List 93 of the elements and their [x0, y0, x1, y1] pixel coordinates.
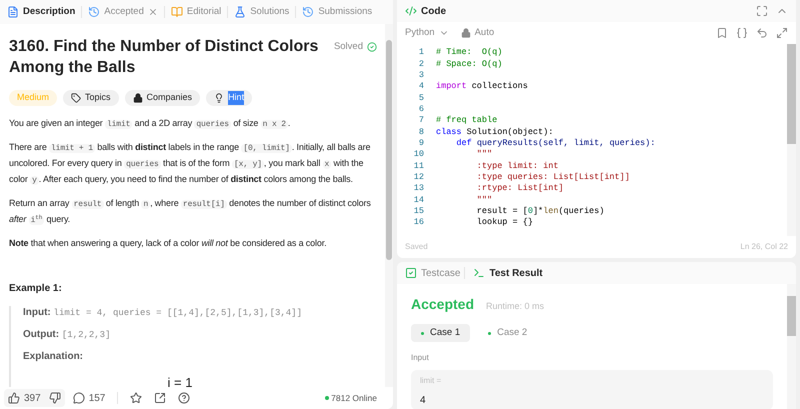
line-number: 2 [418, 58, 425, 70]
expand-icon[interactable] [776, 27, 788, 39]
tag-icon [71, 93, 82, 103]
solved-status: Solved [334, 40, 377, 54]
description-paragraph: There are limit + 1 balls with distinct labels in the range [0, limit] . Initially, all balls are uncolored. For every query in queries that is of the form [x, y] , you mark ball x with the color y . After each query, you need to find the number of distinct colors among the balls. [9, 141, 372, 187]
document-icon [7, 6, 19, 18]
companies-button[interactable]: Companies [124, 90, 200, 106]
code-line: result = [0]*len(queries) [476, 205, 604, 218]
close-icon[interactable] [148, 7, 158, 17]
code-line: """ [476, 194, 492, 206]
example-line: Input: limit = 4, queries = [[1,4],[2,5],[1,3],[3,4]] [23, 306, 303, 320]
auto-mode: Auto [460, 26, 494, 40]
code-line: """ [476, 148, 492, 162]
code-line: class Solution(object): [436, 126, 554, 138]
lock-icon [460, 28, 471, 38]
scrollbar[interactable] [385, 24, 393, 387]
code-line: def queryResults(self, limit, queries): [455, 137, 656, 150]
case-tab[interactable]: Case 1 [411, 324, 470, 342]
illustration-label: i = 1 [168, 374, 192, 387]
panel-tab[interactable]: Solutions [231, 2, 292, 22]
line-number: 8 [418, 126, 425, 138]
help-icon[interactable] [178, 392, 190, 404]
example-line: Output: [1,2,2,3] [23, 328, 112, 342]
code-line: # Space: O(q) [436, 58, 502, 70]
hint-button[interactable]: Hint [206, 90, 252, 106]
case-tab[interactable]: Case 2 [478, 324, 538, 342]
lightbulb-icon [214, 93, 224, 103]
terminal-icon [473, 267, 486, 279]
thumbs-down-icon[interactable] [48, 392, 61, 404]
comment-icon [72, 392, 85, 404]
panel-tab[interactable]: Description [4, 2, 78, 22]
comments-button[interactable]: 157 [72, 390, 106, 406]
code-line: :type limit: int [476, 160, 558, 172]
cursor-position: Ln 26, Col 22 [740, 241, 788, 253]
line-number: 15 [412, 205, 425, 218]
checkbox-icon [405, 267, 417, 279]
code-line: import collections [436, 80, 528, 94]
language-dropdown[interactable]: Python [405, 26, 449, 40]
online-count: 7812 Online [331, 392, 377, 404]
save-status: Saved [405, 241, 428, 253]
line-number: 7 [418, 114, 425, 128]
like-button[interactable]: 397 [8, 390, 41, 406]
scrollbar[interactable] [787, 44, 796, 236]
example-title: Example 1: [9, 282, 63, 296]
thumbs-up-icon [8, 392, 20, 404]
history-icon [302, 6, 314, 18]
line-number: 9 [418, 137, 425, 150]
line-number: 1 [418, 46, 425, 60]
bookmark-icon[interactable] [716, 27, 728, 39]
code-line: :type queries: List[List[int]] [476, 171, 630, 184]
difficulty-badge: Medium [9, 90, 58, 106]
code-line: # Time: O(q) [436, 46, 502, 60]
star-icon[interactable] [130, 392, 142, 404]
line-number: 12 [412, 171, 425, 184]
undo-icon[interactable] [756, 27, 768, 39]
scrollbar[interactable] [787, 284, 796, 409]
verdict: Accepted [411, 295, 474, 314]
panel-title: Code [421, 4, 446, 18]
share-icon[interactable] [154, 392, 166, 404]
line-number: 16 [412, 216, 425, 230]
check-circle-icon [367, 42, 377, 52]
code-icon [405, 5, 417, 17]
line-number: 4 [418, 80, 425, 94]
line-number: 6 [418, 103, 425, 116]
code-line: :rtype: List[int] [476, 182, 564, 196]
problem-title: 3160. Find the Number of Distinct Colors Among the Balls [9, 37, 320, 78]
line-number: 3 [418, 68, 425, 82]
description-paragraph: Note that when answering a query, lack of a color will not be considered as a color. [9, 237, 328, 250]
book-icon [170, 6, 183, 18]
line-number: 11 [412, 160, 425, 172]
description-paragraph: You are given an integer limit and a 2D array queries of size n x 2 . [9, 117, 292, 131]
panel-tab[interactable]: Test Result [473, 266, 543, 280]
panel-tab[interactable]: Accepted [85, 2, 161, 22]
flask-icon [234, 6, 246, 18]
fullscreen-icon[interactable] [756, 5, 768, 17]
code-line: # freq table [436, 114, 498, 128]
line-number: 14 [412, 194, 425, 207]
line-number: 10 [412, 148, 425, 162]
example-line: Explanation: [23, 350, 84, 364]
panel-tab[interactable]: Testcase [405, 266, 460, 280]
panel-tab[interactable]: Editorial [168, 2, 224, 22]
field-value: 4 [420, 394, 427, 408]
section-label: Input [411, 352, 430, 364]
panel-tab[interactable]: Submissions [299, 2, 376, 22]
runtime: Runtime: 0 ms [486, 300, 544, 313]
history-icon [88, 6, 100, 18]
line-number: 5 [418, 92, 425, 104]
braces-icon[interactable] [736, 27, 748, 39]
code-line: lookup = {} [476, 216, 533, 230]
lock-icon [132, 93, 143, 103]
description-paragraph: Return an array result of length n , where result[i] denotes the number of distinct colors after i$^{th}$ query. [9, 197, 372, 227]
line-number: 13 [412, 182, 425, 196]
topics-button[interactable]: Topics [63, 90, 119, 106]
